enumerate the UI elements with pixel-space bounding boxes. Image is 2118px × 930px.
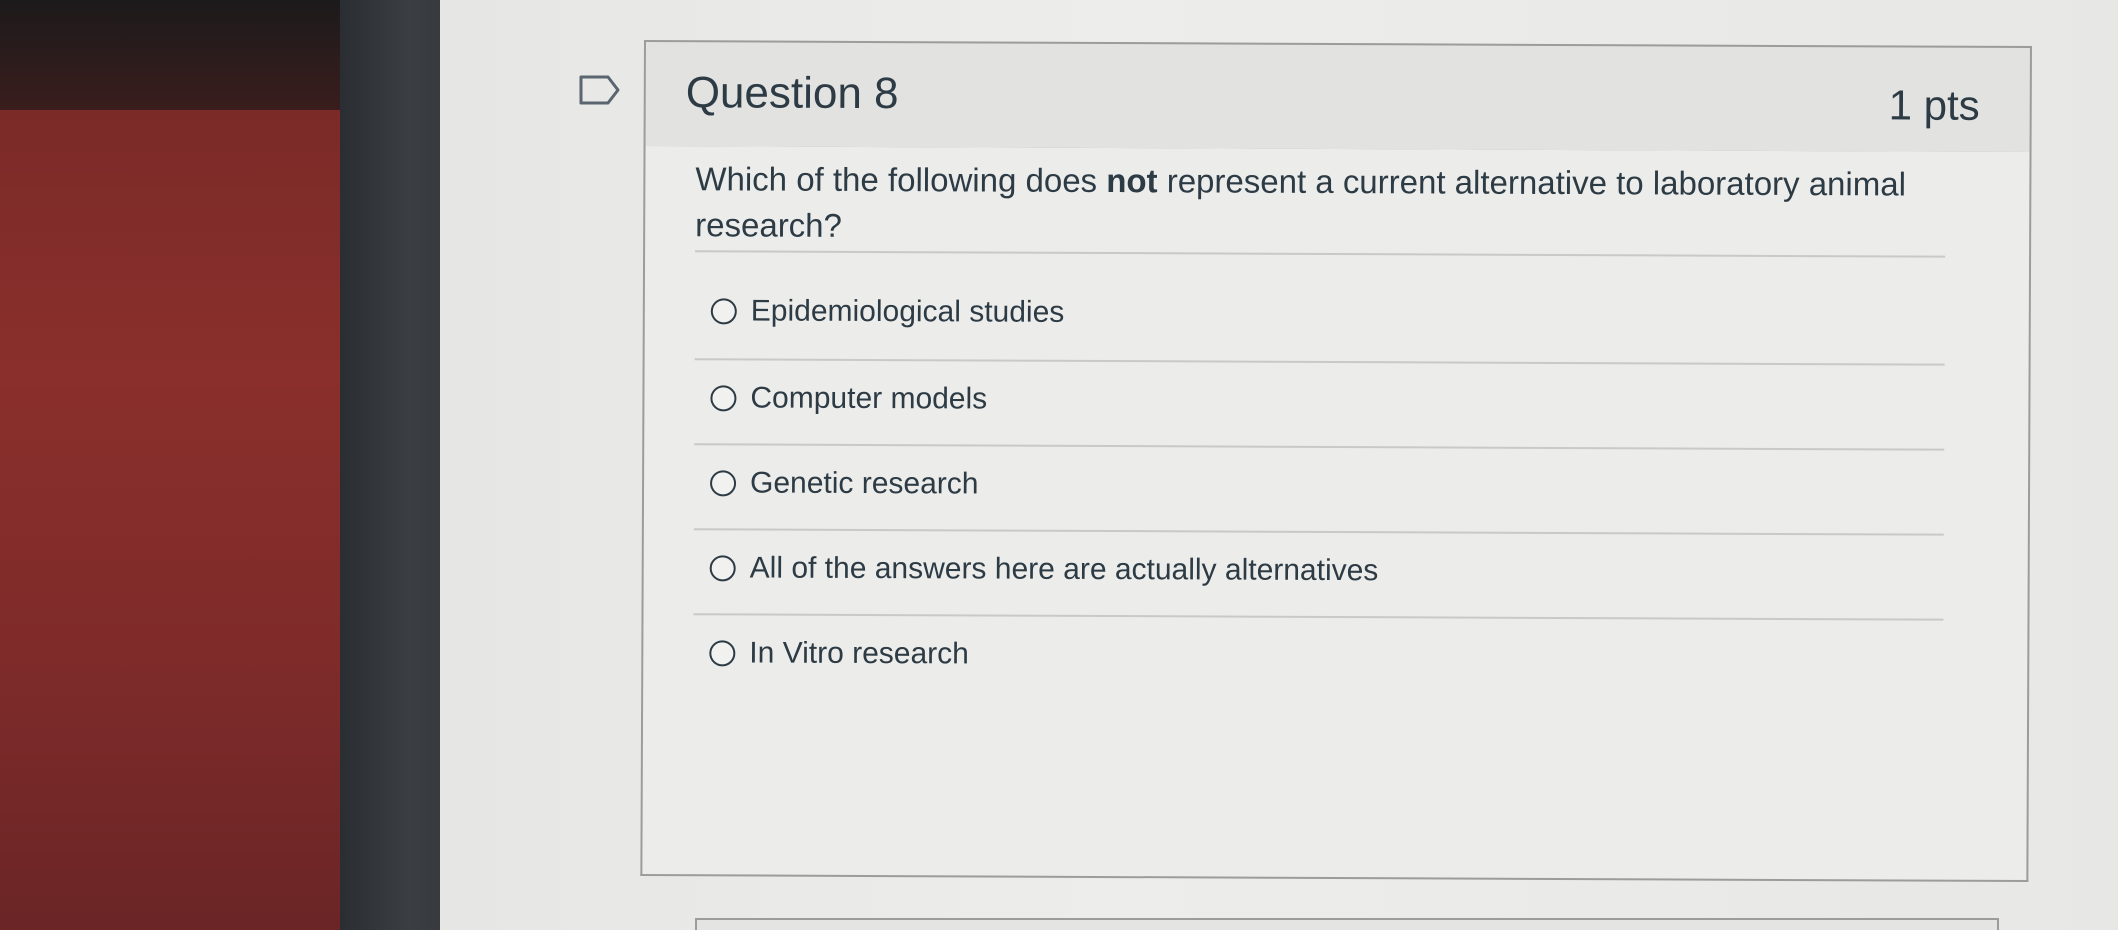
answer-option-4[interactable]: All of the answers here are actually alt… xyxy=(709,545,1379,594)
answer-option-2[interactable]: Computer models xyxy=(710,375,987,422)
prompt-emphasis: not xyxy=(1106,162,1158,200)
radio-button[interactable] xyxy=(710,298,737,325)
radio-button[interactable] xyxy=(710,470,737,497)
question-prompt: Which of the following does not represen… xyxy=(695,156,1945,253)
answer-option-3[interactable]: Genetic research xyxy=(710,460,979,507)
question-points: 1 pts xyxy=(1888,81,1980,129)
answer-option-1[interactable]: Epidemiological studies xyxy=(710,288,1065,336)
question-header: Question 8 1 pts xyxy=(643,40,2032,155)
prompt-text-start: Which of the following does xyxy=(695,160,1107,200)
next-question-card xyxy=(695,918,1999,930)
answer-label: All of the answers here are actually alt… xyxy=(749,551,1379,588)
question-card: Question 8 1 pts Which of the following … xyxy=(640,40,2032,886)
answer-label: Genetic research xyxy=(749,466,979,501)
radio-button[interactable] xyxy=(709,555,736,582)
answer-label: In Vitro research xyxy=(749,636,969,671)
flag-outline-icon[interactable] xyxy=(578,74,622,106)
question-title: Question 8 xyxy=(685,68,899,119)
answer-label: Computer models xyxy=(750,381,988,416)
answer-option-5[interactable]: In Vitro research xyxy=(709,630,969,677)
radio-button[interactable] xyxy=(709,640,736,667)
answer-label: Epidemiological studies xyxy=(750,294,1065,329)
radio-button[interactable] xyxy=(710,385,737,412)
